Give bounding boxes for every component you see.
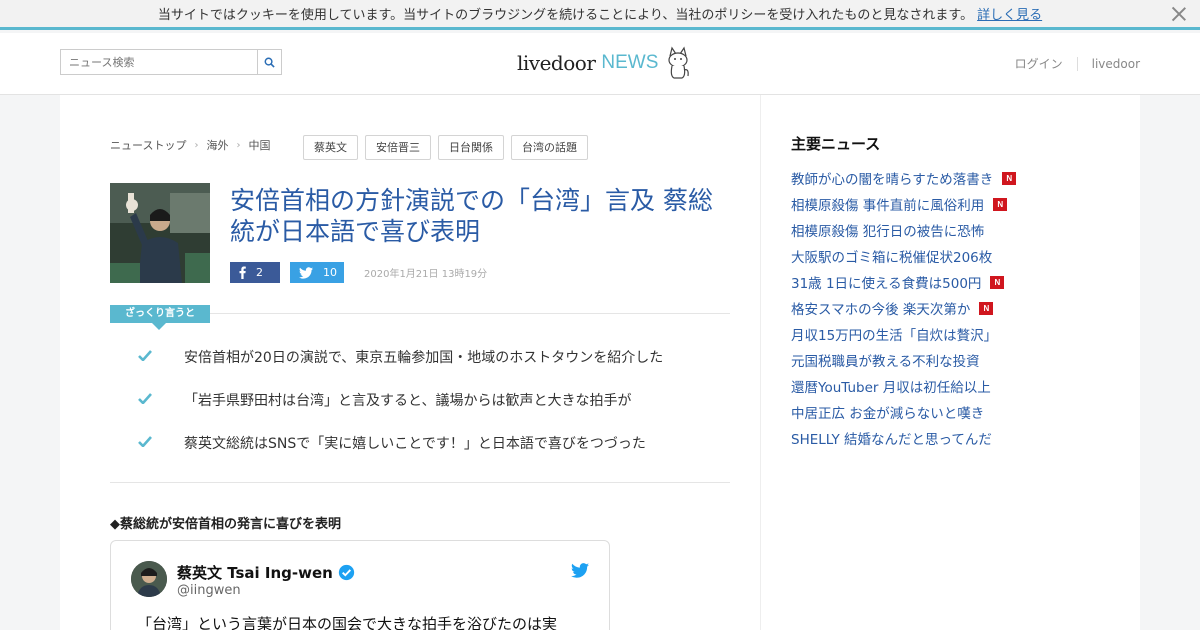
new-badge: N: [1002, 171, 1017, 185]
headline-item[interactable]: 還暦YouTuber 月収は初任給以上: [791, 373, 1016, 399]
summary-text: 「岩手県野田村は台湾」と言及すると、議場からは歓声と大きな拍手が: [184, 393, 632, 409]
breadcrumb: ニューストップ › 海外 › 中国: [110, 137, 270, 153]
search-icon: [264, 57, 275, 68]
headline-text: 格安スマホの今後 楽天次第か: [791, 302, 971, 318]
avatar[interactable]: [131, 561, 167, 597]
summary-text: 安倍首相が20日の演説で、東京五輪参加国・地域のホストタウンを紹介した: [184, 350, 664, 366]
chevron-right-icon: ›: [194, 139, 199, 151]
twitter-bird-icon[interactable]: [571, 563, 589, 582]
summary-bottom-divider: [110, 482, 730, 483]
summary-list: 安倍首相が20日の演説で、東京五輪参加国・地域のホストタウンを紹介した 「岩手県…: [138, 347, 718, 476]
article-title: 安倍首相の方針演説での「台湾」言及 蔡総統が日本語で喜び表明: [230, 186, 713, 246]
tag-tsai[interactable]: 蔡英文: [303, 135, 358, 160]
headline-item[interactable]: 大阪駅のゴミ箱に税催促状206枚: [791, 243, 1016, 269]
headline-text: 月収15万円の生活「自炊は贅沢」: [791, 328, 998, 344]
topic-tags: 蔡英文 安倍晋三 日台関係 台湾の話題: [303, 135, 595, 160]
headline-item[interactable]: SHELLY 結婚なんだと思ってんだ: [791, 425, 1016, 451]
summary-text: 蔡英文総統はSNSで「実に嬉しいことです！」と日本語で喜びをつづった: [184, 436, 646, 452]
breadcrumb-item-china[interactable]: 中国: [248, 137, 270, 153]
sidebar-title: 主要ニュース: [791, 135, 881, 153]
twitter-count: 10: [323, 266, 337, 279]
checkmark-icon: [138, 347, 184, 365]
twitter-share-button[interactable]: 10: [290, 262, 344, 283]
cookie-message: 当サイトではクッキーを使用しています。当サイトのブラウジングを続けることにより、…: [157, 8, 974, 23]
chevron-right-icon: ›: [236, 139, 241, 151]
close-icon[interactable]: [1170, 5, 1188, 23]
headline-text: 大阪駅のゴミ箱に税催促状206枚: [791, 250, 993, 266]
facebook-count: 2: [256, 266, 263, 279]
site-logo[interactable]: livedoor NEWS: [517, 43, 690, 83]
livedoor-link[interactable]: livedoor: [1092, 57, 1140, 71]
article-thumbnail[interactable]: [110, 183, 210, 283]
headline-text: 中居正広 お金が減らないと嘆き: [791, 406, 985, 422]
twitter-icon: [299, 266, 313, 279]
tag-taiwan-topics[interactable]: 台湾の話題: [511, 135, 588, 160]
headline-item[interactable]: 格安スマホの今後 楽天次第か N: [791, 295, 1016, 321]
site-header: livedoor NEWS ログイン livedoor: [0, 33, 1200, 95]
headline-text: 還暦YouTuber 月収は初任給以上: [791, 380, 991, 396]
facebook-icon: [239, 266, 246, 279]
headline-item[interactable]: 中居正広 お金が減らないと嘆き: [791, 399, 1016, 425]
cookie-more-link[interactable]: 詳しく見る: [977, 4, 1042, 23]
headline-item[interactable]: 31歳 1日に使える食費は500円 N: [791, 269, 1016, 295]
summary-divider: [210, 313, 730, 314]
new-badge: N: [990, 275, 1005, 289]
headline-item[interactable]: 元国税職員が教える不利な投資: [791, 347, 1016, 373]
publish-date: 2020年1月21日 13時19分: [364, 269, 488, 280]
headline-item[interactable]: 相模原殺傷 犯行日の被告に恐怖: [791, 217, 1016, 243]
logo-livedoor: livedoor: [517, 51, 596, 75]
checkmark-icon: [138, 433, 184, 451]
header-nav: ログイン livedoor: [1015, 55, 1140, 72]
tweet-handle[interactable]: @iingwen: [177, 583, 241, 598]
tweet-author-label: 蔡英文 Tsai Ing-wen: [177, 564, 333, 582]
new-badge: N: [993, 197, 1008, 211]
headline-text: 31歳 1日に使える食費は500円: [791, 276, 982, 292]
headline-text: 相模原殺傷 犯行日の被告に恐怖: [791, 224, 985, 240]
tag-abe[interactable]: 安倍晋三: [365, 135, 431, 160]
summary-item: 「岩手県野田村は台湾」と言及すると、議場からは歓声と大きな拍手が: [138, 390, 718, 433]
checkmark-icon: [138, 390, 184, 408]
search-input[interactable]: [61, 50, 257, 74]
sidebar: 主要ニュース 教師が心の闇を晴らすため落書き N 相模原殺傷 事件直前に風俗利用 N 相…: [760, 95, 1140, 630]
dog-mascot-icon: [668, 46, 690, 79]
summary-label: ざっくり言うと: [110, 305, 210, 330]
headline-list: 教師が心の闇を晴らすため落書き N 相模原殺傷 事件直前に風俗利用 N 相模原殺傷 犯行…: [791, 165, 1017, 451]
embedded-tweet[interactable]: 蔡英文 Tsai Ing-wen @iingwen 「台湾」という言葉が日本の国…: [110, 540, 610, 630]
logo-news: NEWS: [601, 52, 659, 73]
tweet-author-name[interactable]: 蔡英文 Tsai Ing-wen: [177, 562, 355, 583]
article-container: ニューストップ › 海外 › 中国 蔡英文 安倍晋三 日台関係 台湾の話題 安倍…: [60, 95, 760, 630]
breadcrumb-item-top[interactable]: ニューストップ: [110, 137, 186, 153]
headline-text: 相模原殺傷 事件直前に風俗利用: [791, 198, 985, 214]
section-heading: ◆蔡総統が安倍首相の発言に喜びを表明: [110, 517, 341, 532]
login-link[interactable]: ログイン: [1015, 55, 1063, 72]
headline-text: 元国税職員が教える不利な投資: [791, 354, 980, 370]
search-button[interactable]: [257, 50, 281, 74]
thumbnail-photo: [110, 183, 210, 283]
new-badge: N: [979, 301, 994, 315]
cookie-banner: 当サイトではクッキーを使用しています。当サイトのブラウジングを続けることにより、…: [0, 0, 1200, 30]
header-divider: [1076, 56, 1078, 71]
headline-item[interactable]: 教師が心の闇を晴らすため落書き N: [791, 165, 1017, 191]
tweet-text: 「台湾」という言葉が日本の国会で大きな拍手を浴びたのは実: [137, 615, 558, 630]
facebook-share-button[interactable]: 2: [230, 262, 280, 283]
headline-text: SHELLY 結婚なんだと思ってんだ: [791, 432, 992, 448]
headline-item[interactable]: 月収15万円の生活「自炊は贅沢」: [791, 321, 1016, 347]
summary-item: 安倍首相が20日の演説で、東京五輪参加国・地域のホストタウンを紹介した: [138, 347, 718, 390]
verified-icon: [338, 564, 354, 581]
tag-japan-taiwan[interactable]: 日台関係: [438, 135, 504, 160]
breadcrumb-item-overseas[interactable]: 海外: [206, 137, 228, 153]
headline-item[interactable]: 相模原殺傷 事件直前に風俗利用 N: [791, 191, 1016, 217]
search-box: [60, 49, 282, 75]
summary-item: 蔡英文総統はSNSで「実に嬉しいことです！」と日本語で喜びをつづった: [138, 433, 718, 476]
headline-text: 教師が心の闇を晴らすため落書き: [791, 172, 994, 188]
